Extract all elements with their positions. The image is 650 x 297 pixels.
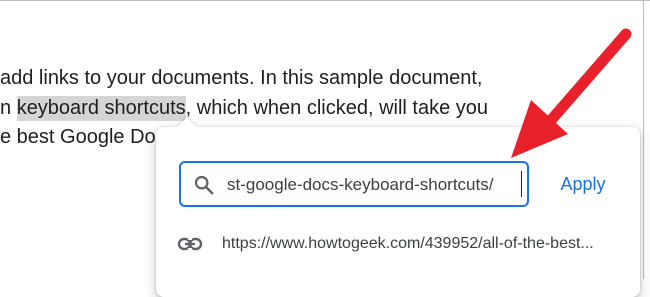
link-popup xyxy=(156,127,640,297)
link-url-input[interactable]: st-google-docs-keyboard-shortcuts/ xyxy=(179,161,529,207)
search-icon xyxy=(194,175,214,195)
document-text-line-2-end: , which when clicked, will take you xyxy=(185,97,489,119)
document-text-line-1: add links to your documents. In this sam… xyxy=(0,67,483,89)
document-text-line-2: n keyboard shortcuts, which when clicked… xyxy=(0,94,488,122)
selected-link-text[interactable]: keyboard shortcuts xyxy=(16,96,186,121)
link-url-value[interactable]: st-google-docs-keyboard-shortcuts/ xyxy=(227,174,493,196)
document-text-line-2-start: n xyxy=(0,97,17,119)
frame-top-border xyxy=(0,0,650,1)
link-icon xyxy=(177,237,203,251)
link-popup-pointer-cover xyxy=(170,128,210,142)
apply-button[interactable]: Apply xyxy=(548,168,618,200)
link-suggestion[interactable]: https://www.howtogeek.com/439952/all-of-… xyxy=(222,233,622,255)
frame-right-border xyxy=(643,0,644,279)
document-text-line-3: e best Google Do xyxy=(0,126,156,148)
text-caret xyxy=(521,171,522,197)
